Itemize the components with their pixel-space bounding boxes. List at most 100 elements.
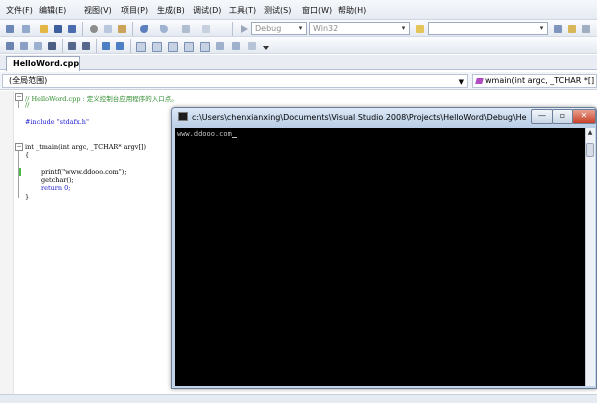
properties-icon[interactable] (566, 23, 578, 35)
close-icon: ✕ (580, 111, 588, 120)
console-screen[interactable] (175, 128, 585, 386)
console-output: www.ddooo.com (177, 130, 237, 138)
code-line: // (25, 101, 30, 109)
find-in-files-icon[interactable] (414, 23, 426, 35)
menu-project[interactable]: 项目(P) (121, 5, 148, 16)
start-debug-icon[interactable] (238, 23, 250, 35)
previous-bookmark-in-document-icon[interactable] (214, 40, 226, 52)
change-marker (19, 168, 21, 176)
console-cursor (231, 137, 237, 138)
toolbar-options-icon[interactable] (260, 40, 272, 52)
function-icon (475, 78, 484, 84)
add-item-icon[interactable] (20, 23, 32, 35)
save-all-icon[interactable] (66, 23, 78, 35)
copy-icon[interactable] (102, 23, 114, 35)
tab-label: HelloWord.cpp (13, 59, 80, 68)
minimize-icon: — (538, 111, 546, 120)
console-output-text: www.ddooo.com (177, 130, 232, 138)
solution-platform-combo[interactable]: Win32 ▾ (309, 22, 410, 35)
code-line: } (25, 193, 30, 201)
toolbar-separator (62, 39, 63, 53)
code-line: return 0; (41, 184, 71, 192)
standard-toolbar: Debug ▾ Win32 ▾ ▾ (0, 20, 597, 37)
collapse-region-icon[interactable]: − (15, 93, 23, 101)
navigate-forward-icon[interactable] (200, 23, 212, 35)
scope-value: (全局范围) (9, 76, 48, 85)
code-line: #include "stdafx.h" (25, 118, 89, 126)
document-tab-strip (0, 55, 597, 70)
maximize-button[interactable]: ▫ (552, 109, 573, 124)
collapse-region-icon[interactable]: − (15, 143, 23, 151)
menu-view[interactable]: 视图(V) (84, 5, 112, 16)
text-editor-toolbar (0, 37, 597, 54)
previous-bookmark-in-folder-icon[interactable] (182, 40, 194, 52)
previous-bookmark-icon[interactable] (150, 40, 162, 52)
save-icon[interactable] (52, 23, 64, 35)
menu-file[interactable]: 文件(F) (6, 5, 33, 16)
comment-out-icon[interactable] (100, 40, 112, 52)
member-value: wmain(int argc, _TCHAR *[] argv (485, 76, 596, 85)
cut-icon[interactable] (88, 23, 100, 35)
member-combo[interactable]: wmain(int argc, _TCHAR *[] argv (472, 74, 597, 88)
menu-debug[interactable]: 调试(D) (193, 5, 221, 16)
new-project-icon[interactable] (4, 23, 16, 35)
solution-platform-value: Win32 (313, 24, 339, 33)
console-title: c:\Users\chenxianxing\Documents\Visual S… (192, 113, 527, 122)
code-line: getchar(); (41, 176, 74, 184)
display-parameter-info-icon[interactable] (18, 40, 30, 52)
restore-icon: ▫ (559, 111, 566, 120)
menu-edit[interactable]: 编辑(E) (39, 5, 66, 16)
menu-window[interactable]: 窗口(W) (302, 5, 332, 16)
display-object-members-icon[interactable] (4, 40, 16, 52)
uncomment-icon[interactable] (114, 40, 126, 52)
toggle-bookmark-icon[interactable] (134, 40, 146, 52)
solution-configuration-combo[interactable]: Debug ▾ (251, 22, 307, 35)
navigate-backward-icon[interactable] (180, 23, 192, 35)
code-line: { (25, 151, 30, 159)
find-combo[interactable]: ▾ (428, 22, 548, 35)
scroll-up-icon[interactable]: ▲ (586, 129, 594, 137)
menu-test[interactable]: 测试(S) (264, 5, 291, 16)
console-app-icon (178, 112, 188, 121)
open-file-icon[interactable] (38, 23, 50, 35)
increase-indent-icon[interactable] (80, 40, 92, 52)
solution-configuration-value: Debug (255, 24, 282, 33)
code-line: printf("www.ddooo.com"); (41, 168, 127, 176)
toolbar-separator (132, 22, 133, 36)
chevron-down-icon: ▾ (539, 24, 544, 32)
scrollbar-thumb[interactable] (586, 143, 594, 157)
menu-bar: 文件(F) 编辑(E) 视图(V) 项目(P) 生成(B) 调试(D) 工具(T… (0, 0, 597, 20)
scope-combo[interactable]: (全局范围) ▼ (2, 74, 468, 88)
fold-guide (18, 100, 19, 108)
toolbar-separator (130, 39, 131, 53)
toolbox-icon[interactable] (580, 23, 592, 35)
toolbar-separator (96, 39, 97, 53)
next-bookmark-in-folder-icon[interactable] (198, 40, 210, 52)
solution-explorer-icon[interactable] (552, 23, 564, 35)
undo-icon[interactable] (138, 23, 150, 35)
tab-hello-word-cpp[interactable]: HelloWord.cpp (6, 56, 80, 71)
next-bookmark-in-document-icon[interactable] (230, 40, 242, 52)
chevron-down-icon: ▾ (298, 24, 303, 32)
clear-bookmarks-icon[interactable] (246, 40, 258, 52)
editor-gutter (0, 91, 14, 394)
chevron-down-icon: ▾ (401, 24, 406, 32)
display-quick-info-icon[interactable] (32, 40, 44, 52)
minimize-button[interactable]: — (531, 109, 553, 124)
display-word-completion-icon[interactable] (46, 40, 58, 52)
toolbar-separator (232, 22, 233, 36)
status-bar (0, 394, 597, 403)
close-button[interactable]: ✕ (572, 109, 596, 124)
menu-build[interactable]: 生成(B) (157, 5, 185, 16)
menu-help[interactable]: 帮助(H) (338, 5, 366, 16)
toolbar-separator (82, 22, 83, 36)
code-line: // HelloWord.cpp : 定义控制台应用程序的入口点。 (25, 95, 178, 103)
code-line: int _tmain(int argc, _TCHAR* argv[]) (25, 143, 147, 151)
redo-icon[interactable] (158, 23, 170, 35)
chevron-down-icon: ▼ (458, 78, 464, 86)
decrease-indent-icon[interactable] (66, 40, 78, 52)
next-bookmark-icon[interactable] (166, 40, 178, 52)
paste-icon[interactable] (116, 23, 128, 35)
console-vertical-scrollbar[interactable] (585, 128, 595, 386)
menu-tools[interactable]: 工具(T) (229, 5, 256, 16)
